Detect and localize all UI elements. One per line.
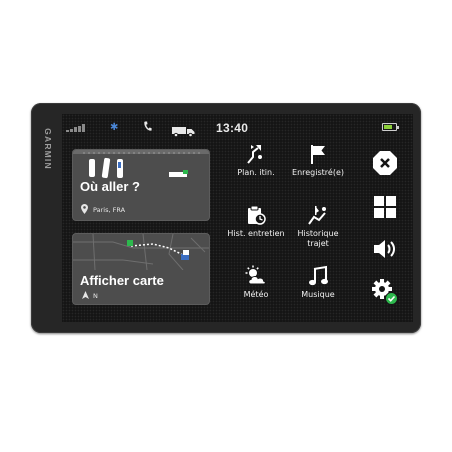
clock: 13:40 bbox=[216, 121, 249, 135]
route-planner-icon bbox=[247, 145, 262, 164]
apps-grid-icon bbox=[374, 196, 396, 218]
status-bar: ✱ 13:40 bbox=[62, 114, 413, 140]
bluetooth-icon: ✱ bbox=[110, 122, 119, 133]
trip-history-button[interactable]: Historique trajet bbox=[288, 204, 348, 248]
phone-icon bbox=[143, 121, 152, 135]
map-preview bbox=[73, 234, 209, 270]
truck-icon[interactable] bbox=[172, 122, 196, 138]
music-button[interactable]: Musique bbox=[288, 265, 348, 309]
current-location-label: Paris, FRA bbox=[93, 206, 126, 214]
view-map-label: Afficher carte bbox=[80, 273, 164, 288]
close-icon bbox=[373, 151, 397, 175]
signal-strength-icon bbox=[66, 124, 85, 132]
destination-illustration bbox=[73, 150, 209, 179]
route-planner-button[interactable]: Plan. itin. bbox=[226, 143, 286, 187]
weather-button[interactable]: Météo bbox=[226, 265, 286, 309]
apps-button[interactable] bbox=[367, 189, 403, 225]
where-to-label: Où aller ? bbox=[80, 179, 140, 194]
service-history-icon bbox=[248, 205, 266, 225]
flag-icon bbox=[311, 145, 325, 164]
settings-button[interactable] bbox=[367, 274, 403, 310]
settings-icon bbox=[372, 279, 398, 305]
weather-icon bbox=[245, 265, 266, 285]
view-map-button[interactable]: Afficher carte N bbox=[72, 233, 210, 305]
saved-button[interactable]: Enregistré(e) bbox=[288, 143, 348, 187]
battery-icon bbox=[382, 123, 399, 131]
volume-icon bbox=[374, 240, 395, 258]
where-to-button[interactable]: Où aller ? Paris, FRA bbox=[72, 149, 210, 221]
north-arrow-icon bbox=[82, 291, 89, 299]
service-history-button[interactable]: Hist. entretien bbox=[226, 204, 286, 248]
location-pin-icon bbox=[81, 204, 88, 214]
home-screen: ✱ 13:40 Où aller ? Paris, FRA Afficher c… bbox=[62, 114, 413, 322]
heading-label: N bbox=[93, 292, 98, 300]
volume-button[interactable] bbox=[367, 231, 403, 267]
trip-history-icon bbox=[308, 206, 326, 225]
brand-logo: GARMIN bbox=[43, 128, 53, 170]
close-button[interactable] bbox=[367, 145, 403, 181]
music-icon bbox=[309, 265, 328, 286]
